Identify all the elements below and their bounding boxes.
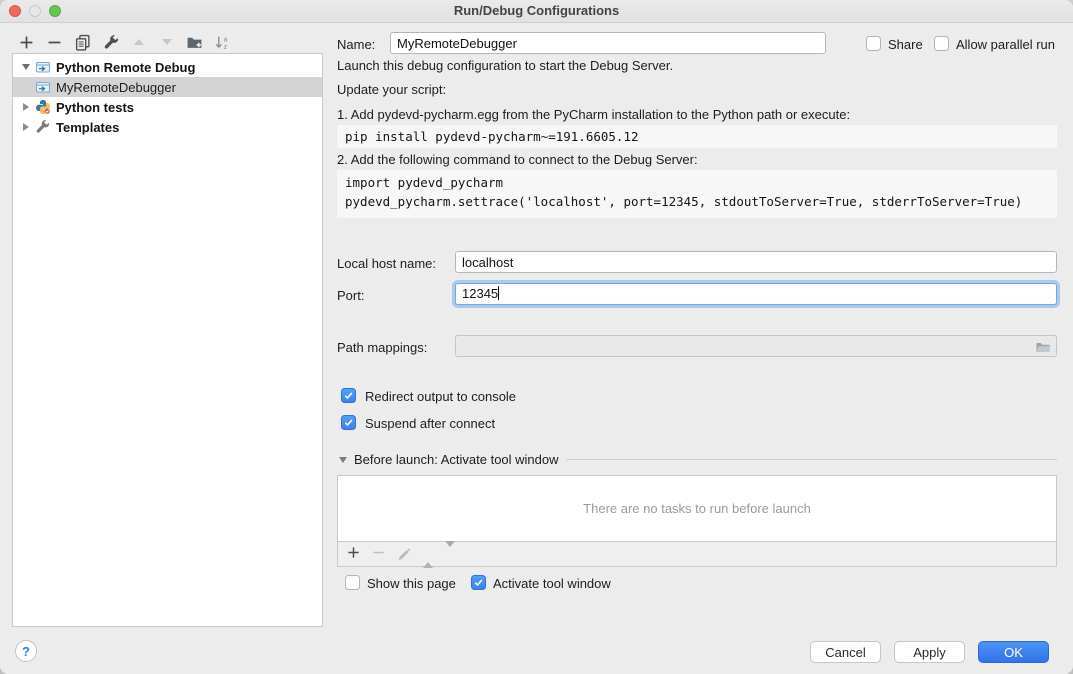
section-divider	[566, 459, 1057, 460]
activate-tool-window-label: Activate tool window	[493, 576, 611, 591]
allow-parallel-run-label: Allow parallel run	[956, 37, 1055, 52]
text-caret	[498, 286, 499, 300]
chevron-right-icon[interactable]	[19, 123, 33, 131]
tree-item-label: Python Remote Debug	[56, 60, 195, 75]
minus-icon	[372, 546, 385, 559]
before-launch-title: Before launch: Activate tool window	[354, 452, 559, 467]
check-icon	[343, 390, 354, 401]
chevron-right-icon[interactable]	[19, 103, 33, 111]
wrench-icon	[103, 34, 119, 50]
move-up-button[interactable]	[130, 34, 147, 51]
path-mappings-input[interactable]	[455, 335, 1057, 357]
cancel-button[interactable]: Cancel	[810, 641, 881, 663]
description-line-1: Launch this debug configuration to start…	[337, 58, 673, 73]
show-this-page-checkbox[interactable]	[345, 575, 360, 590]
local-host-name-label: Local host name:	[337, 256, 436, 271]
configurations-tree: Python Remote Debug MyRemoteDebugger Pyt…	[12, 53, 323, 627]
move-up-icon	[134, 39, 144, 45]
title-bar: Run/Debug Configurations	[0, 0, 1073, 23]
question-mark-icon: ?	[22, 644, 30, 659]
copy-configuration-button[interactable]	[74, 34, 91, 51]
move-up-icon	[423, 547, 433, 568]
pip-install-code: pip install pydevd-pycharm~=191.6605.12	[337, 125, 1057, 148]
tree-item-label: Templates	[56, 120, 119, 135]
move-down-button[interactable]	[158, 34, 175, 51]
tree-item-myremotedebugger[interactable]: MyRemoteDebugger	[13, 77, 322, 97]
move-down-icon	[445, 541, 455, 562]
tree-item-templates[interactable]: Templates	[13, 117, 322, 137]
before-launch-task-list[interactable]: There are no tasks to run before launch	[337, 475, 1057, 542]
tree-item-python-tests[interactable]: Python tests	[13, 97, 322, 117]
activate-tool-window-checkbox[interactable]	[471, 575, 486, 590]
plus-icon	[19, 35, 34, 50]
help-button[interactable]: ?	[15, 640, 37, 662]
suspend-after-connect-checkbox[interactable]	[341, 415, 356, 430]
run-debug-configurations-dialog: Run/Debug Configurations	[0, 0, 1073, 674]
add-configuration-button[interactable]	[18, 34, 35, 51]
path-mappings-label: Path mappings:	[337, 340, 427, 355]
sort-az-icon: a z	[214, 34, 231, 51]
settrace-code-line-2: pydevd_pycharm.settrace('localhost', por…	[345, 192, 1049, 211]
window-title: Run/Debug Configurations	[0, 3, 1073, 18]
before-launch-section-header[interactable]: Before launch: Activate tool window	[339, 452, 1057, 467]
move-down-icon	[162, 39, 172, 45]
step-1-text: 1. Add pydevd-pycharm.egg from the PyCha…	[337, 107, 850, 122]
description-line-2: Update your script:	[337, 82, 446, 97]
port-label: Port:	[337, 288, 364, 303]
settrace-code: import pydevd_pycharm pydevd_pycharm.set…	[337, 170, 1057, 218]
suspend-after-connect-label: Suspend after connect	[365, 416, 495, 431]
plus-icon	[347, 546, 360, 559]
apply-button[interactable]: Apply	[894, 641, 965, 663]
empty-task-list-text: There are no tasks to run before launch	[583, 501, 811, 516]
share-checkbox-label: Share	[888, 37, 923, 52]
tree-item-label: Python tests	[56, 100, 134, 115]
redirect-output-label: Redirect output to console	[365, 389, 516, 404]
remove-configuration-button[interactable]	[46, 34, 63, 51]
remove-task-button[interactable]	[372, 546, 385, 562]
tree-item-python-remote-debug[interactable]: Python Remote Debug	[13, 57, 322, 77]
browse-folder-icon[interactable]	[1035, 339, 1051, 358]
remote-debug-icon	[35, 79, 51, 95]
name-input[interactable]	[390, 32, 826, 54]
check-icon	[343, 417, 354, 428]
remote-debug-icon	[35, 59, 51, 75]
tree-item-label: MyRemoteDebugger	[56, 80, 176, 95]
chevron-down-icon[interactable]	[19, 64, 33, 70]
sort-configurations-button[interactable]: a z	[214, 34, 231, 51]
move-task-up-button[interactable]	[423, 547, 433, 562]
ok-button[interactable]: OK	[978, 641, 1049, 663]
share-checkbox[interactable]	[866, 36, 881, 51]
task-list-toolbar	[337, 542, 1057, 567]
move-task-down-button[interactable]	[445, 547, 455, 562]
local-host-name-input[interactable]	[455, 251, 1057, 273]
collapse-triangle-icon[interactable]	[339, 457, 347, 463]
edit-task-button[interactable]	[397, 546, 411, 563]
python-icon	[35, 99, 51, 115]
copy-icon	[74, 34, 91, 51]
show-this-page-label: Show this page	[367, 576, 456, 591]
step-2-text: 2. Add the following command to connect …	[337, 152, 698, 167]
allow-parallel-run-checkbox[interactable]	[934, 36, 949, 51]
minus-icon	[47, 35, 62, 50]
new-folder-icon	[186, 34, 203, 51]
wrench-icon	[35, 119, 51, 135]
name-label: Name:	[337, 37, 375, 52]
redirect-output-checkbox[interactable]	[341, 388, 356, 403]
edit-templates-button[interactable]	[102, 34, 119, 51]
settrace-code-line-1: import pydevd_pycharm	[345, 173, 1049, 192]
pencil-icon	[397, 546, 411, 560]
svg-text:a: a	[224, 36, 228, 43]
svg-text:z: z	[224, 43, 228, 50]
configurations-toolbar: a z	[18, 33, 231, 51]
create-folder-button[interactable]	[186, 34, 203, 51]
add-task-button[interactable]	[347, 546, 360, 562]
port-input[interactable]: 12345	[455, 283, 1057, 305]
check-icon	[473, 577, 484, 588]
